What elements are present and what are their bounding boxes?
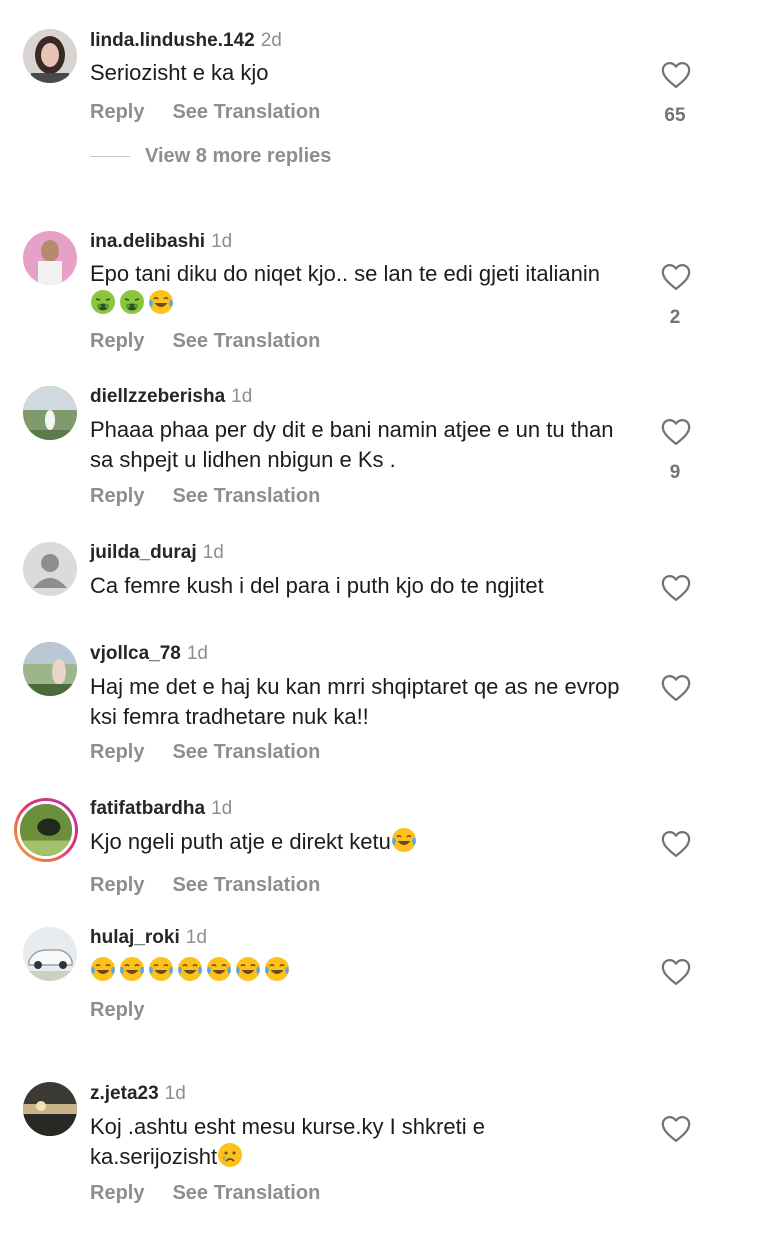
heart-icon[interactable] (661, 1115, 691, 1143)
tears-of-joy-emoji (148, 289, 174, 315)
comment-meta: ina.delibashi 1d (90, 231, 232, 253)
like-count: 65 (664, 105, 686, 126)
see-translation-button[interactable]: See Translation (172, 101, 320, 123)
comment-text-content: Koj .ashtu esht mesu kurse.ky I shkreti … (90, 1114, 485, 1169)
reply-button[interactable]: Reply (90, 101, 144, 123)
tears-of-joy-emoji (391, 827, 417, 853)
heart-icon[interactable] (661, 674, 691, 702)
nauseated-face-emoji (119, 289, 145, 315)
timestamp: 1d (211, 231, 233, 252)
username[interactable]: diellzzeberisha (90, 386, 225, 407)
tears-of-joy-emoji (177, 956, 203, 982)
heart-icon[interactable] (661, 830, 691, 858)
username[interactable]: linda.lindushe.142 (90, 30, 255, 51)
comment-text: Haj me det e haj ku kan mrri shqiptaret … (90, 674, 620, 729)
username[interactable]: z.jeta23 (90, 1083, 159, 1104)
view-more-replies-button[interactable]: View 8 more replies (90, 145, 331, 168)
reply-button[interactable]: Reply (90, 330, 144, 352)
like-count: 2 (669, 307, 681, 328)
comment-actions: Reply See Translation (90, 741, 320, 764)
comment-text-content: Epo tani diku do niqet kjo.. se lan te e… (90, 261, 600, 286)
reply-button[interactable]: Reply (90, 999, 144, 1021)
avatar[interactable] (23, 231, 77, 285)
username[interactable]: juilda_duraj (90, 542, 197, 563)
see-translation-button[interactable]: See Translation (172, 485, 320, 507)
comment-text: Phaaa phaa per dy dit e bani namin atjee… (90, 417, 614, 472)
comment-meta: hulaj_roki 1d (90, 927, 207, 949)
comment-text-content: Kjo ngeli puth atje e direkt ketu (90, 829, 391, 854)
comment-actions: Reply See Translation (90, 101, 320, 124)
timestamp: 2d (260, 30, 282, 51)
username[interactable]: vjollca_78 (90, 643, 181, 664)
comment-actions: Reply (90, 999, 144, 1022)
timestamp: 1d (185, 927, 207, 948)
comment-meta: linda.lindushe.142 2d (90, 30, 282, 52)
tears-of-joy-emoji (119, 956, 145, 982)
avatar[interactable] (23, 927, 77, 981)
avatar[interactable] (23, 29, 77, 83)
divider-line (90, 156, 130, 158)
comment-text: Kjo ngeli puth atje e direkt ketu (90, 827, 630, 857)
comment-actions: Reply See Translation (90, 485, 320, 508)
tears-of-joy-emoji (206, 956, 232, 982)
comment-actions: Reply See Translation (90, 874, 320, 897)
avatar[interactable] (23, 642, 77, 696)
reply-button[interactable]: Reply (90, 741, 144, 763)
see-translation-button[interactable]: See Translation (172, 874, 320, 896)
comment-meta: fatifatbardha 1d (90, 798, 232, 820)
avatar[interactable] (23, 386, 77, 440)
comment-text: Ca femre kush i del para i puth kjo do t… (90, 573, 544, 598)
comment-actions: Reply See Translation (90, 1182, 320, 1205)
comment-meta: z.jeta23 1d (90, 1083, 186, 1105)
avatar[interactable] (23, 542, 77, 596)
avatar (17, 801, 75, 859)
avatar[interactable] (23, 1082, 77, 1136)
reply-button[interactable]: Reply (90, 874, 144, 896)
like-count: 9 (669, 462, 681, 483)
heart-icon[interactable] (661, 61, 691, 89)
tears-of-joy-emoji (148, 956, 174, 982)
comment-meta: vjollca_78 1d (90, 643, 208, 665)
view-more-replies-label: View 8 more replies (145, 145, 332, 167)
comment-text: Seriozisht e ka kjo (90, 60, 269, 85)
heart-icon[interactable] (661, 418, 691, 446)
nauseated-face-emoji (90, 289, 116, 315)
avatar-story-ring[interactable] (14, 798, 78, 862)
tears-of-joy-emoji (235, 956, 261, 982)
comment-text: Koj .ashtu esht mesu kurse.ky I shkreti … (90, 1112, 560, 1172)
see-translation-button[interactable]: See Translation (172, 741, 320, 763)
timestamp: 1d (211, 798, 233, 819)
see-translation-button[interactable]: See Translation (172, 330, 320, 352)
timestamp: 1d (164, 1083, 186, 1104)
comment-text (90, 956, 630, 986)
heart-icon[interactable] (661, 958, 691, 986)
timestamp: 1d (186, 643, 208, 664)
comment-text: Epo tani diku do niqet kjo.. se lan te e… (90, 259, 610, 319)
comment-meta: diellzzeberisha 1d (90, 386, 252, 408)
see-translation-button[interactable]: See Translation (172, 1182, 320, 1204)
reply-button[interactable]: Reply (90, 485, 144, 507)
username[interactable]: ina.delibashi (90, 231, 205, 252)
comment-meta: juilda_duraj 1d (90, 542, 224, 564)
tears-of-joy-emoji (90, 956, 116, 982)
comment-actions: Reply See Translation (90, 330, 320, 353)
crying-face-emoji (217, 1142, 243, 1168)
username[interactable]: fatifatbardha (90, 798, 205, 819)
timestamp: 1d (231, 386, 253, 407)
heart-icon[interactable] (661, 263, 691, 291)
tears-of-joy-emoji (264, 956, 290, 982)
reply-button[interactable]: Reply (90, 1182, 144, 1204)
username[interactable]: hulaj_roki (90, 927, 180, 948)
heart-icon[interactable] (661, 574, 691, 602)
timestamp: 1d (202, 542, 224, 563)
